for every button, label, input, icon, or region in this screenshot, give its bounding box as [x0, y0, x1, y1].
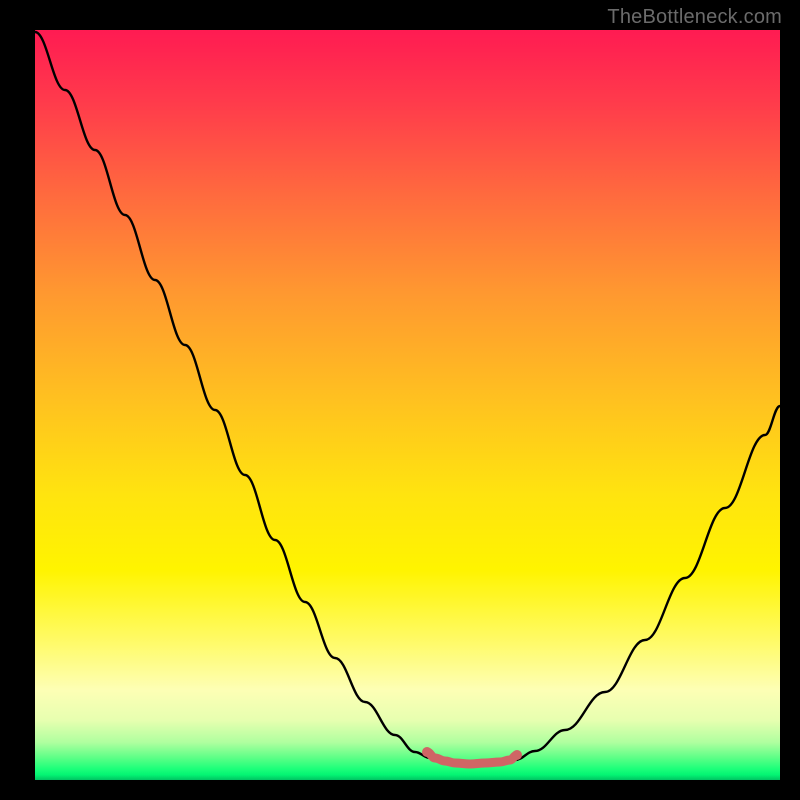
valley-accent-curve	[427, 752, 517, 764]
watermark-text: TheBottleneck.com	[607, 6, 782, 29]
chart-frame: TheBottleneck.com	[0, 0, 800, 800]
curve-layer	[35, 30, 780, 780]
valley-accent-endpoint-right	[512, 750, 522, 760]
bottleneck-curve	[35, 32, 780, 763]
plot-area	[35, 30, 780, 780]
valley-accent-endpoint-left	[422, 747, 432, 757]
